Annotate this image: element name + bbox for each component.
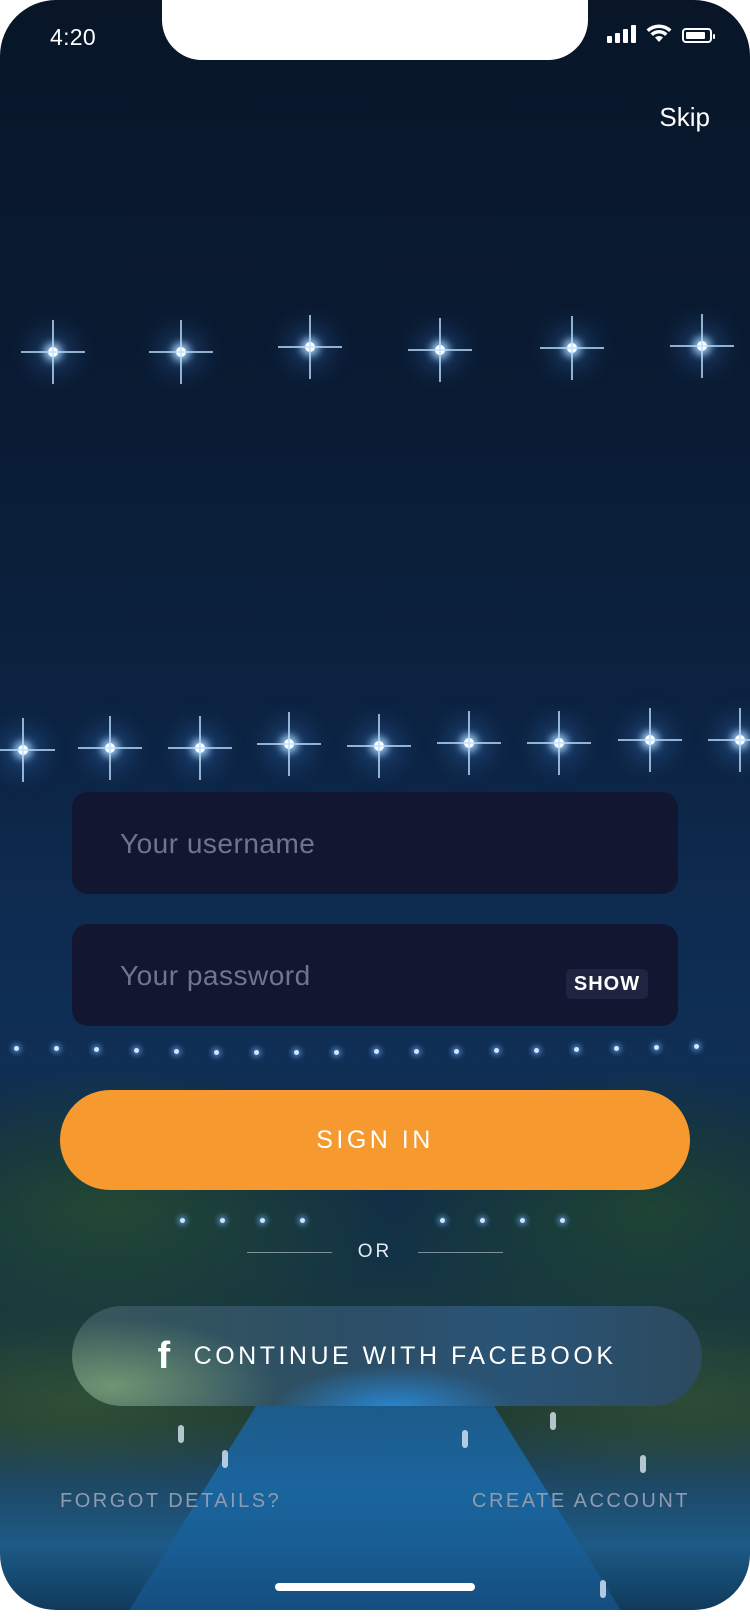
light-dot — [294, 1050, 299, 1055]
light-dot — [180, 1218, 185, 1223]
login-screen: 4:20 Skip SHOW SIGN IN OR f CONTINUE WIT… — [0, 0, 750, 1610]
light-dot — [14, 1046, 19, 1051]
divider-line — [418, 1251, 504, 1253]
fountain — [550, 1412, 556, 1430]
fountain — [222, 1450, 228, 1468]
light-dot — [480, 1218, 485, 1223]
light-star — [18, 745, 28, 755]
light-dot — [260, 1218, 265, 1223]
light-dot — [520, 1218, 525, 1223]
light-star — [374, 741, 384, 751]
light-dot — [254, 1050, 259, 1055]
battery-icon — [682, 28, 715, 43]
light-dot — [560, 1218, 565, 1223]
light-dot — [54, 1046, 59, 1051]
create-account-link[interactable]: CREATE ACCOUNT — [472, 1490, 690, 1513]
light-dot — [614, 1046, 619, 1051]
light-dot — [94, 1047, 99, 1052]
light-star — [195, 743, 205, 753]
battery-level — [686, 32, 705, 39]
light-star — [697, 341, 707, 351]
light-star — [567, 343, 577, 353]
divider-line — [246, 1251, 332, 1253]
cellular-signal-icon — [607, 25, 636, 43]
password-field: SHOW — [72, 924, 678, 1028]
light-dot — [334, 1050, 339, 1055]
username-field — [72, 792, 678, 896]
status-time: 4:20 — [50, 24, 96, 50]
light-dot — [414, 1049, 419, 1054]
light-dot — [454, 1049, 459, 1054]
sign-in-button[interactable]: SIGN IN — [60, 1090, 690, 1190]
fountain — [178, 1425, 184, 1443]
light-dot — [220, 1218, 225, 1223]
facebook-f-icon: f — [157, 1335, 174, 1377]
status-icons — [607, 24, 715, 43]
light-dot — [494, 1048, 499, 1053]
light-dot — [440, 1218, 445, 1223]
show-password-button[interactable]: SHOW — [566, 969, 648, 999]
or-divider: OR — [240, 1240, 510, 1264]
light-dot — [174, 1049, 179, 1054]
light-star — [305, 342, 315, 352]
forgot-details-link[interactable]: FORGOT DETAILS? — [60, 1490, 281, 1513]
username-input[interactable] — [118, 792, 542, 896]
or-label: OR — [357, 1241, 393, 1262]
fountain — [462, 1430, 468, 1448]
light-dot — [374, 1049, 379, 1054]
light-star — [645, 735, 655, 745]
light-dot — [694, 1044, 699, 1049]
continue-with-facebook-button[interactable]: f CONTINUE WITH FACEBOOK — [72, 1306, 702, 1406]
light-star — [284, 739, 294, 749]
light-dot — [534, 1048, 539, 1053]
light-star — [105, 743, 115, 753]
light-star — [735, 735, 745, 745]
light-star — [464, 738, 474, 748]
light-dot — [654, 1045, 659, 1050]
light-dot — [300, 1218, 305, 1223]
light-star — [176, 347, 186, 357]
device-notch — [162, 0, 588, 60]
light-star — [435, 345, 445, 355]
fountain — [640, 1455, 646, 1473]
password-input[interactable] — [118, 924, 542, 1028]
skip-button[interactable]: Skip — [659, 102, 710, 133]
light-dot — [574, 1047, 579, 1052]
facebook-button-label: CONTINUE WITH FACEBOOK — [193, 1341, 617, 1370]
wifi-icon — [646, 24, 672, 42]
light-dot — [214, 1050, 219, 1055]
light-star — [48, 347, 58, 357]
light-star — [554, 738, 564, 748]
fountain — [600, 1580, 606, 1598]
light-dot — [134, 1048, 139, 1053]
home-indicator — [275, 1583, 475, 1591]
